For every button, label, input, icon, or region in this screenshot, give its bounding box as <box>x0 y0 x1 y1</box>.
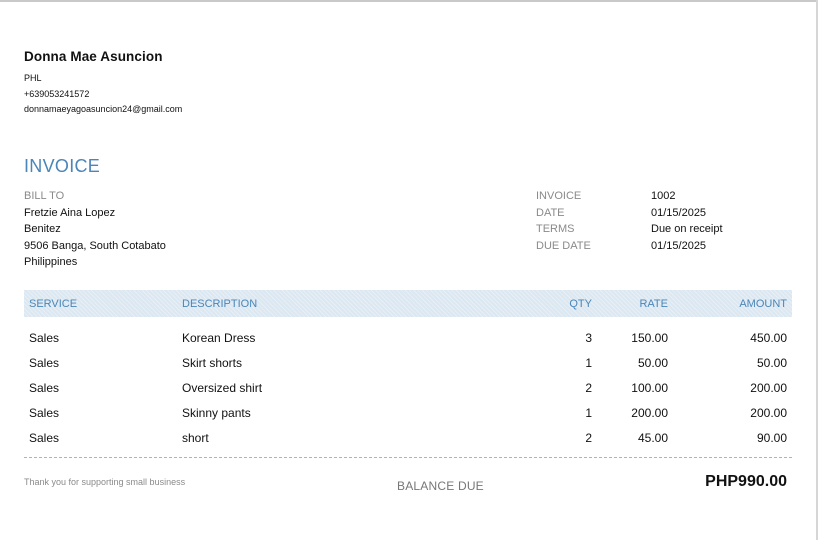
totals-divider <box>24 457 792 458</box>
thank-you-note: Thank you for supporting small business <box>24 477 186 487</box>
cell-amount: 90.00 <box>756 430 787 445</box>
cell-qty: 3 <box>585 330 592 345</box>
cell-description: Skirt shorts <box>182 355 243 370</box>
cell-qty: 2 <box>585 380 592 395</box>
due-date-value: 01/15/2025 <box>651 239 707 252</box>
cell-description: Skinny pants <box>182 405 251 420</box>
cell-amount: 450.00 <box>750 330 787 345</box>
terms-label: TERMS <box>536 223 575 236</box>
bill-to-line2: 9506 Banga, South Cotabato <box>24 239 166 252</box>
company-name: Donna Mae Asuncion <box>24 49 163 64</box>
cell-amount: 50.00 <box>756 355 787 370</box>
bill-to-name: Fretzie Aina Lopez <box>24 206 116 219</box>
cell-qty: 2 <box>585 430 592 445</box>
cell-rate: 100.00 <box>631 380 668 395</box>
cell-rate: 150.00 <box>631 330 668 345</box>
company-phone: +639053241572 <box>24 88 90 99</box>
balance-due-label: BALANCE DUE <box>397 479 484 493</box>
cell-description: Korean Dress <box>182 330 256 345</box>
cell-description: short <box>182 430 209 445</box>
line-items-table: SERVICE DESCRIPTION QTY RATE AMOUNT Sale… <box>24 290 792 450</box>
header-rate: RATE <box>639 297 668 310</box>
table-header: SERVICE DESCRIPTION QTY RATE AMOUNT <box>24 290 792 317</box>
cell-qty: 1 <box>585 355 592 370</box>
invoice-number-value: 1002 <box>651 190 676 202</box>
invoice-title: INVOICE <box>24 156 101 176</box>
header-description: DESCRIPTION <box>182 297 258 310</box>
invoice-meta: INVOICE 1002 DATE 01/15/2025 TERMS Due o… <box>536 188 723 254</box>
meta-row-date: DATE 01/15/2025 <box>536 205 723 222</box>
cell-service: Sales <box>29 380 60 395</box>
table-row: Sales Oversized shirt 2 100.00 200.00 <box>24 375 792 400</box>
top-border <box>0 0 818 2</box>
bill-to-label: BILL TO <box>24 190 65 202</box>
meta-row-invoice: INVOICE 1002 <box>536 188 723 205</box>
meta-row-terms: TERMS Due on receipt <box>536 221 723 238</box>
cell-amount: 200.00 <box>750 405 787 420</box>
company-block: Donna Mae Asuncion PHL +639053241572 don… <box>24 49 182 118</box>
company-country: PHL <box>24 73 42 83</box>
date-label: DATE <box>536 206 565 219</box>
bill-to-line3: Philippines <box>24 256 78 269</box>
bill-to-line1: Benitez <box>24 223 61 236</box>
cell-qty: 1 <box>585 405 592 420</box>
cell-amount: 200.00 <box>750 380 787 395</box>
table-row: Sales Skirt shorts 1 50.00 50.00 <box>24 350 792 375</box>
cell-service: Sales <box>29 330 60 345</box>
table-row: Sales Skinny pants 1 200.00 200.00 <box>24 400 792 425</box>
terms-value: Due on receipt <box>651 223 723 236</box>
cell-description: Oversized shirt <box>182 380 263 395</box>
cell-service: Sales <box>29 430 60 445</box>
company-email: donnamaeyagoasuncion24@gmail.com <box>24 104 183 114</box>
table-row: Sales short 2 45.00 90.00 <box>24 425 792 450</box>
cell-rate: 45.00 <box>637 430 668 445</box>
cell-rate: 50.00 <box>637 355 668 370</box>
date-value: 01/15/2025 <box>651 206 707 219</box>
header-qty: QTY <box>569 297 592 310</box>
table-body: Sales Korean Dress 3 150.00 450.00 Sales… <box>24 317 792 450</box>
table-row: Sales Korean Dress 3 150.00 450.00 <box>24 325 792 350</box>
header-service: SERVICE <box>29 297 78 310</box>
header-amount: AMOUNT <box>739 297 787 310</box>
cell-rate: 200.00 <box>631 405 668 420</box>
cell-service: Sales <box>29 355 60 370</box>
meta-row-due-date: DUE DATE 01/15/2025 <box>536 238 723 255</box>
bill-to-block: BILL TO Fretzie Aina Lopez Benitez 9506 … <box>24 188 166 271</box>
cell-service: Sales <box>29 405 60 420</box>
balance-due-amount: PHP990.00 <box>705 473 787 490</box>
due-date-label: DUE DATE <box>536 239 591 252</box>
invoice-number-label: INVOICE <box>536 190 582 202</box>
